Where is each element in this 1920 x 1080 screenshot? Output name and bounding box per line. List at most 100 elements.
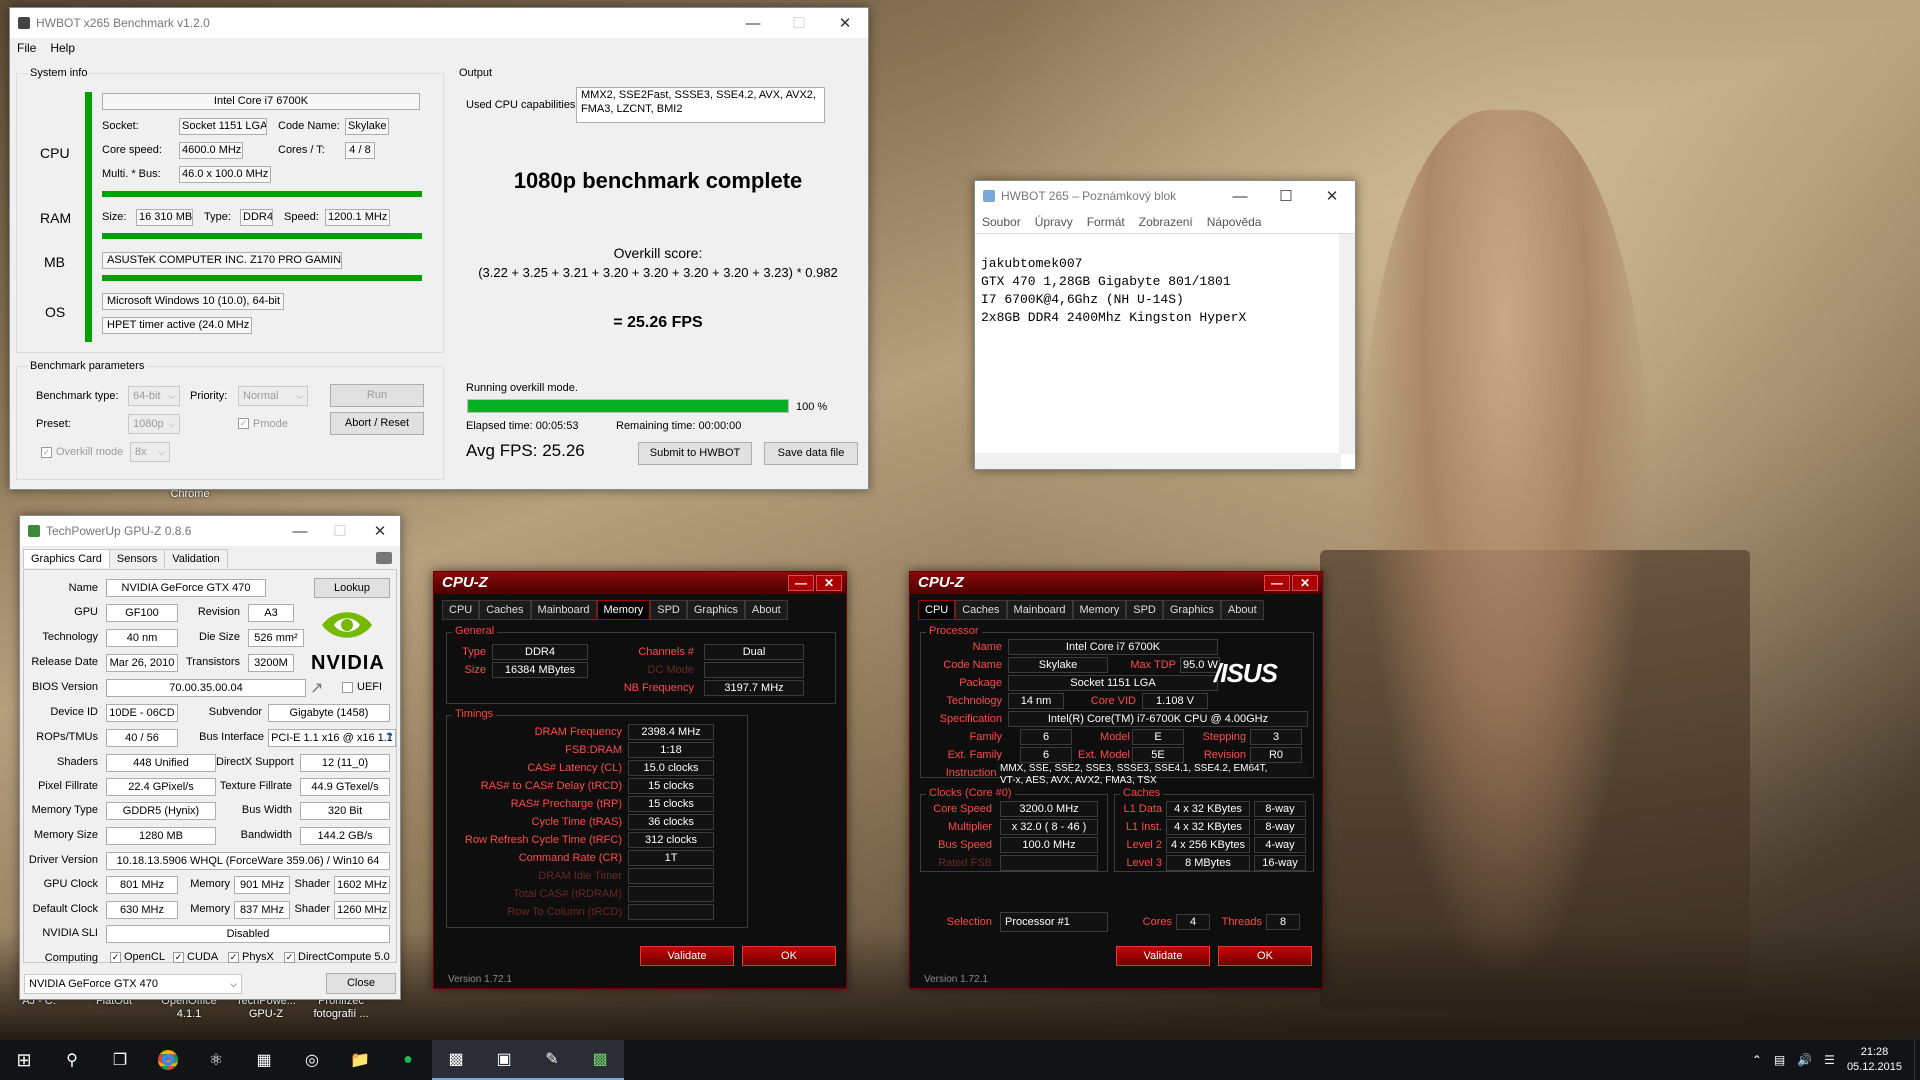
gpuz-taskbar-icon[interactable]: ▩ [576, 1040, 624, 1080]
tab-graphics[interactable]: Graphics [1162, 600, 1221, 620]
tab-cpu[interactable]: CPU [918, 600, 956, 620]
notification-icon[interactable]: ☰ [1818, 1053, 1841, 1067]
camera-icon[interactable] [376, 552, 392, 564]
tab-spd[interactable]: SPD [1126, 600, 1163, 620]
cpuz-taskbar-icon[interactable]: ▣ [480, 1040, 528, 1080]
tab-sensors[interactable]: Sensors [108, 549, 166, 568]
minimize-icon[interactable]: — [788, 575, 814, 591]
menu-format[interactable]: Formát [1080, 215, 1132, 229]
chrome-icon[interactable] [144, 1040, 192, 1080]
memory-type-field: GDDR5 (Hynix) [106, 802, 216, 820]
share-icon[interactable]: ↗ [310, 678, 323, 698]
menu-upravy[interactable]: Úpravy [1028, 215, 1080, 229]
maximize-icon[interactable]: ☐ [776, 8, 822, 38]
clock-time: 21:28 [1860, 1046, 1889, 1058]
bench-type-select[interactable]: 64-bit [128, 386, 180, 406]
close-icon[interactable]: ✕ [816, 575, 842, 591]
processor-select[interactable]: Processor #1 [1000, 912, 1108, 932]
tab-caches[interactable]: Caches [955, 600, 1007, 620]
level2-assoc: 4-way [1254, 837, 1306, 853]
tab-mainboard[interactable]: Mainboard [1006, 600, 1073, 620]
progress-fill [468, 400, 788, 412]
close-icon[interactable]: ✕ [360, 516, 400, 546]
close-button[interactable]: Close [326, 973, 396, 994]
show-desktop-button[interactable] [1914, 1040, 1920, 1080]
menu-zobrazeni[interactable]: Zobrazení [1132, 215, 1200, 229]
tab-caches[interactable]: Caches [479, 600, 531, 620]
save-data-button[interactable]: Save data file [764, 442, 858, 465]
notepad-titlebar[interactable]: HWBOT 265 – Poznámkový blok — ☐ ✕ [975, 181, 1355, 211]
gpu-field: GF100 [106, 604, 178, 622]
gpu-select[interactable]: NVIDIA GeForce GTX 470 [24, 974, 242, 994]
search-icon[interactable]: ⚲ [48, 1040, 96, 1080]
menu-soubor[interactable]: Soubor [975, 215, 1028, 229]
uefi-checkbox[interactable] [342, 682, 353, 693]
task-view-icon[interactable]: ❐ [96, 1040, 144, 1080]
tab-memory[interactable]: Memory [596, 600, 651, 620]
tab-cpu[interactable]: CPU [442, 600, 480, 620]
hwbot-taskbar-icon[interactable]: ▩ [432, 1040, 480, 1080]
steam-icon[interactable]: ⚛ [192, 1040, 240, 1080]
submit-hwbot-button[interactable]: Submit to HWBOT [638, 442, 752, 465]
overkill-checkbox[interactable]: ✓ [41, 447, 52, 458]
chevron-up-icon[interactable]: ⌃ [1746, 1053, 1768, 1067]
network-icon[interactable]: ▤ [1768, 1053, 1791, 1067]
media-player-icon[interactable]: ◎ [288, 1040, 336, 1080]
ram-speed-field: 1200.1 MHz [325, 209, 390, 226]
minimize-icon[interactable]: — [1217, 181, 1263, 211]
tab-spd[interactable]: SPD [650, 600, 687, 620]
abort-reset-button[interactable]: Abort / Reset [330, 412, 424, 435]
tab-graphics[interactable]: Graphics [686, 600, 745, 620]
priority-select[interactable]: Normal [238, 386, 308, 406]
cpuz-cpu-titlebar[interactable]: CPU-Z — ✕ [910, 572, 1322, 594]
close-icon[interactable]: ✕ [1292, 575, 1318, 591]
volume-icon[interactable]: 🔊 [1791, 1053, 1818, 1067]
timings-label: Timings [452, 708, 497, 720]
menu-napoveda[interactable]: Nápověda [1200, 215, 1269, 229]
ok-button[interactable]: OK [742, 946, 836, 966]
validate-button[interactable]: Validate [640, 946, 734, 966]
windows-start-icon[interactable]: ⊞ [0, 1040, 48, 1080]
run-button[interactable]: Run [330, 384, 424, 407]
spotify-icon[interactable]: ● [384, 1040, 432, 1080]
caps-label: Used CPU capabilities: [466, 99, 579, 111]
maximize-icon[interactable]: ☐ [1263, 181, 1309, 211]
tab-about[interactable]: About [1220, 600, 1264, 620]
minimize-icon[interactable]: — [1264, 575, 1290, 591]
validate-button[interactable]: Validate [1116, 946, 1210, 966]
vertical-scrollbar[interactable] [1339, 234, 1355, 454]
l1-inst-assoc: 8-way [1254, 819, 1306, 835]
bus-help-icon[interactable]: ? [386, 731, 393, 743]
maximize-icon[interactable]: ☐ [320, 516, 360, 546]
hwbot-titlebar[interactable]: HWBOT x265 Benchmark v1.2.0 — ☐ ✕ [10, 8, 868, 38]
gpuz-titlebar[interactable]: TechPowerUp GPU-Z 0.8.6 — ☐ ✕ [20, 516, 400, 546]
tab-graphics-card[interactable]: Graphics Card [23, 549, 110, 568]
pmode-checkbox[interactable]: ✓ [238, 418, 249, 429]
horizontal-scrollbar[interactable] [975, 453, 1341, 469]
timing-label: Cycle Time (tRAS) [531, 816, 622, 828]
notepad-taskbar-icon[interactable]: ✎ [528, 1040, 576, 1080]
calculator-icon[interactable]: ▦ [240, 1040, 288, 1080]
tab-validation[interactable]: Validation [164, 549, 228, 568]
close-icon[interactable]: ✕ [822, 8, 868, 38]
ok-button[interactable]: OK [1218, 946, 1312, 966]
cpuz-memory-titlebar[interactable]: CPU-Z — ✕ [434, 572, 846, 594]
close-icon[interactable]: ✕ [1309, 181, 1355, 211]
socket-label: Socket: [102, 120, 139, 132]
minimize-icon[interactable]: — [730, 8, 776, 38]
taskbar-clock[interactable]: 21:28 05.12.2015 [1847, 1045, 1902, 1075]
name-label: Name [68, 582, 98, 594]
menu-file[interactable]: File [10, 41, 43, 55]
tab-memory[interactable]: Memory [1072, 600, 1127, 620]
lookup-button[interactable]: Lookup [314, 578, 390, 598]
preset-select[interactable]: 1080p [128, 414, 180, 434]
opencl-checkbox: ✓ [110, 952, 121, 963]
minimize-icon[interactable]: — [280, 516, 320, 546]
overkill-select[interactable]: 8x [130, 442, 170, 462]
tab-mainboard[interactable]: Mainboard [530, 600, 597, 620]
menu-help[interactable]: Help [43, 41, 82, 55]
file-explorer-icon[interactable]: 📁 [336, 1040, 384, 1080]
notepad-text-area[interactable]: jakubtomek007 GTX 470 1,28GB Gigabyte 801… [981, 237, 1246, 327]
tab-about[interactable]: About [744, 600, 788, 620]
mb-field: ASUSTeK COMPUTER INC. Z170 PRO GAMING [102, 252, 342, 269]
